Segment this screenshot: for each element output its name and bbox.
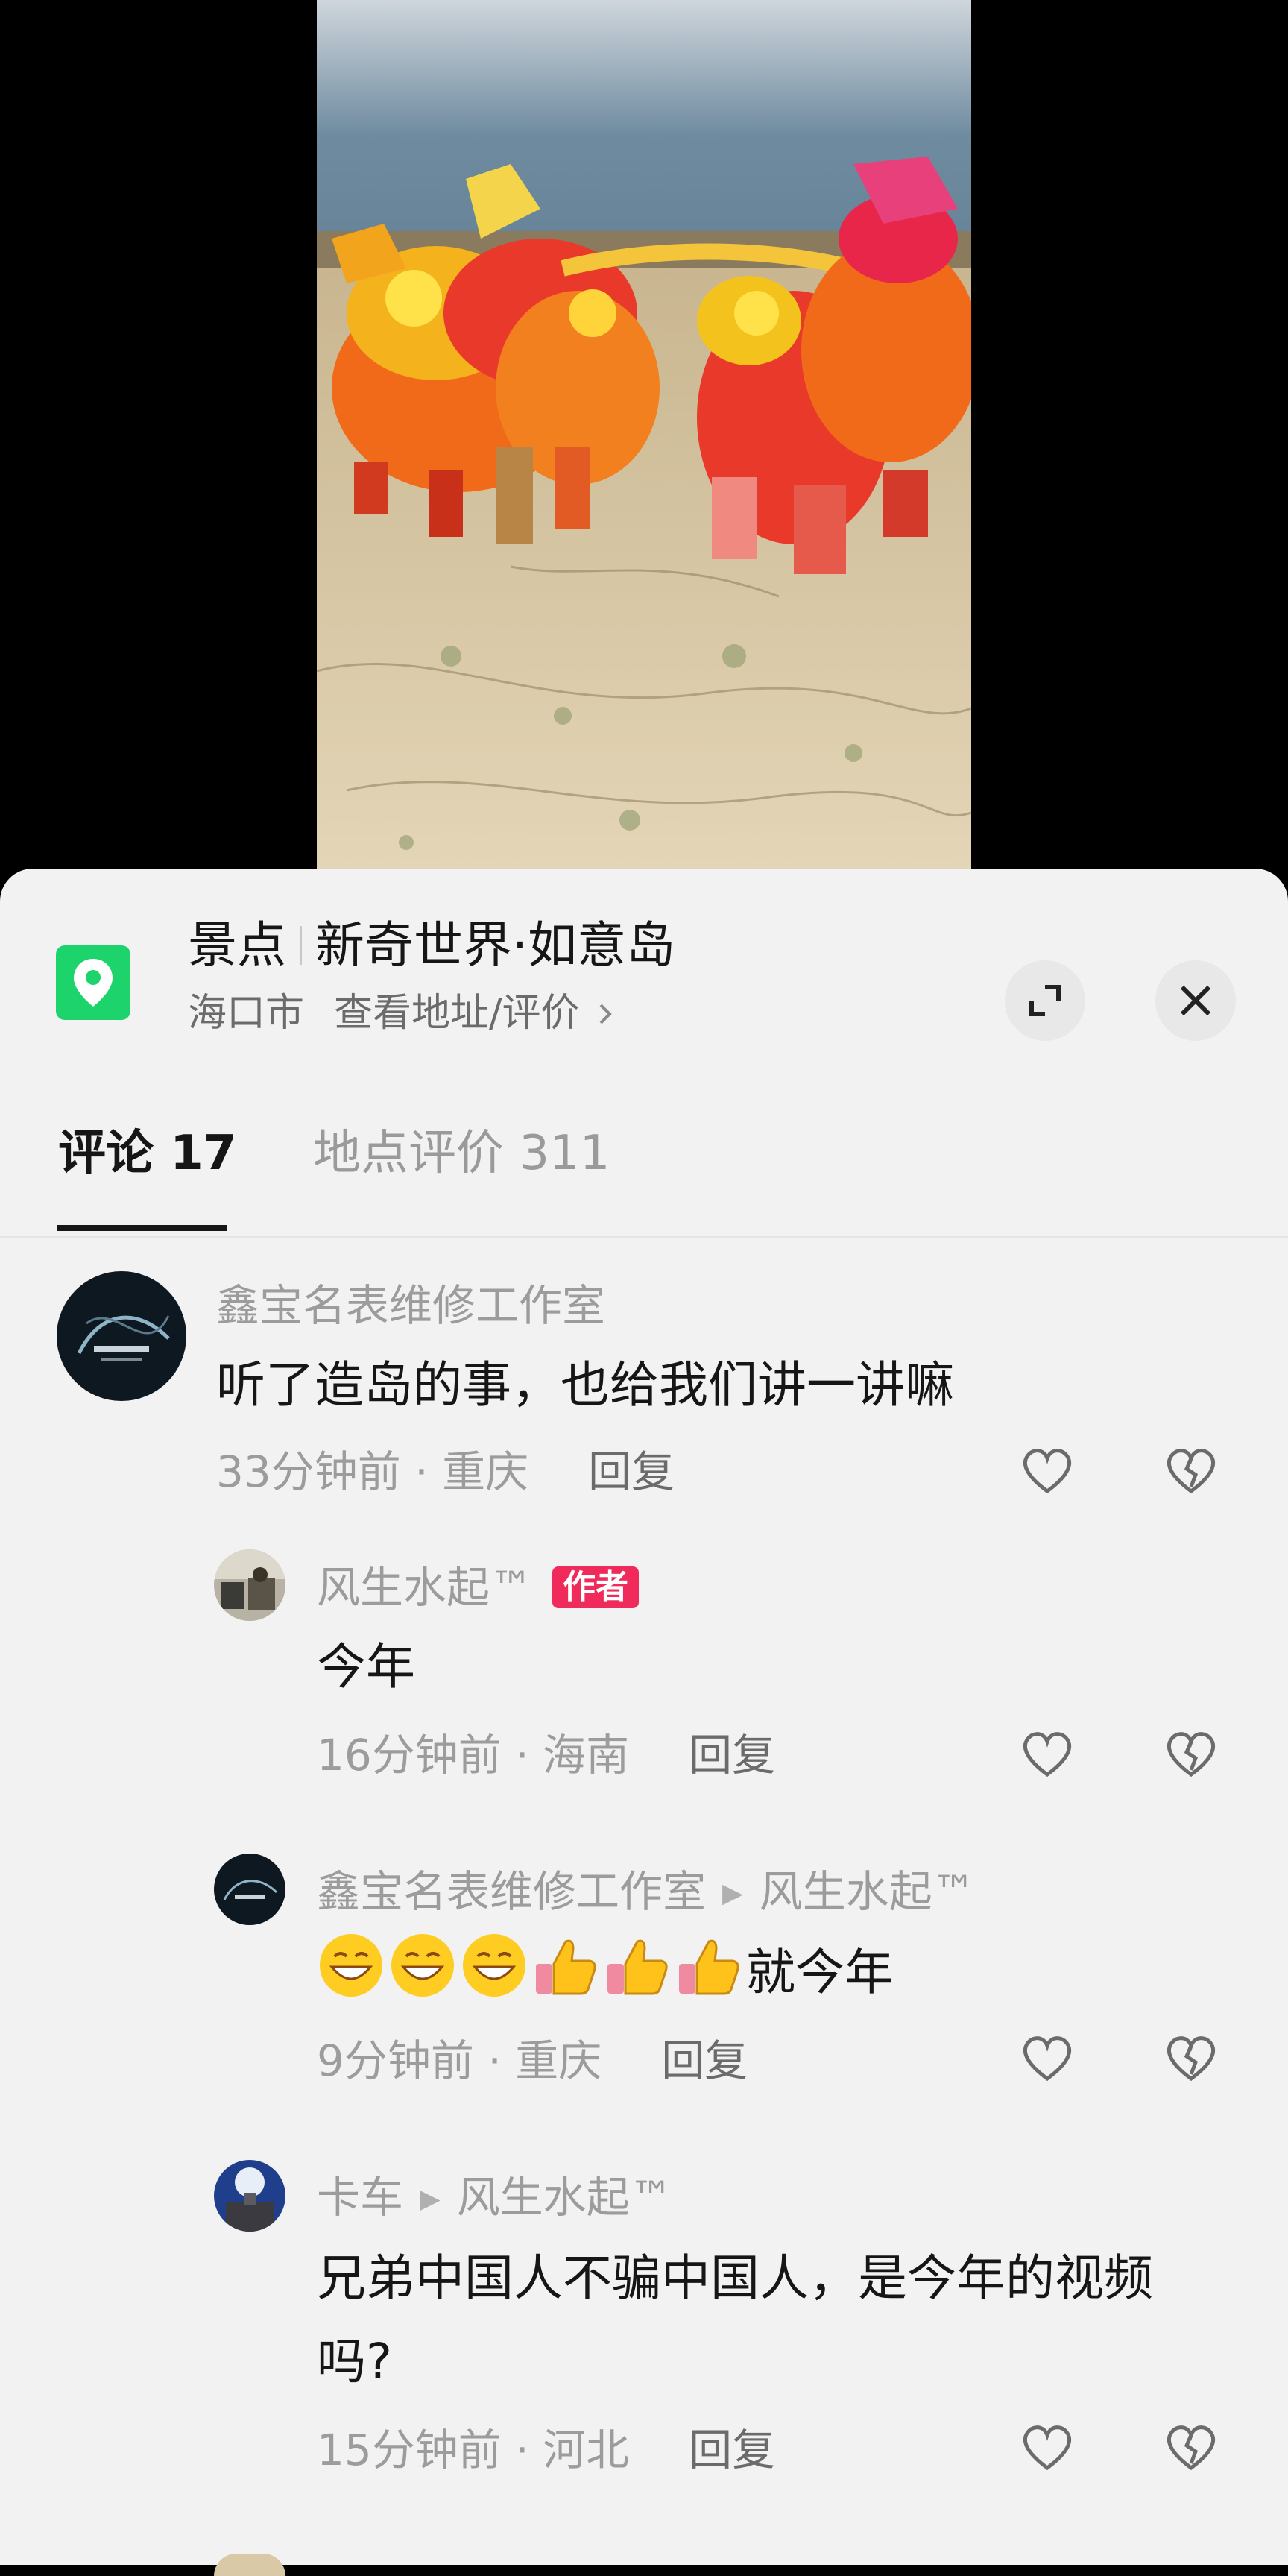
- comment-meta: 33分钟前 · 重庆 回复: [216, 1450, 675, 1493]
- active-tab-indicator: [57, 1225, 227, 1231]
- comment-text: 就今年: [317, 1931, 894, 2015]
- reply-to-username[interactable]: 风生水起™: [457, 2172, 673, 2223]
- reply-button[interactable]: 回复: [661, 2035, 748, 2086]
- comment-username[interactable]: 卡车: [317, 2172, 403, 2223]
- reply-arrow-icon: ▶: [420, 2184, 441, 2214]
- video-still-image: [317, 0, 971, 887]
- close-button[interactable]: [1155, 960, 1236, 1041]
- video-frame[interactable]: [317, 0, 971, 887]
- heart-outline-icon: [1023, 1732, 1071, 1777]
- video-player[interactable]: [0, 0, 1288, 887]
- broken-heart-icon: [1167, 2036, 1215, 2082]
- tab-bar: 评论 17 地点评价 311: [0, 1092, 1288, 1212]
- comment-username[interactable]: 风生水起™: [317, 1562, 533, 1613]
- reply-button[interactable]: 回复: [689, 1730, 775, 1780]
- location-category: 景点: [188, 916, 286, 974]
- expand-icon: [1029, 985, 1061, 1016]
- reply-to-username[interactable]: 风生水起™: [760, 1866, 976, 1917]
- location-name: 新奇世界·如意岛: [315, 916, 675, 974]
- comment-username[interactable]: 鑫宝名表维修工作室: [216, 1284, 605, 1327]
- comment-text-line-1: 兄弟中国人不骗中国人，是今年的视频: [317, 2249, 1153, 2307]
- avatar[interactable]: [214, 1549, 285, 1621]
- thumbs-up-emoji: [675, 1931, 743, 2000]
- heart-outline-icon: [1023, 2036, 1071, 2082]
- expand-button[interactable]: [1005, 960, 1085, 1041]
- comment-time-location: 9分钟前 · 重庆: [317, 2035, 602, 2086]
- comment-text-line-2: 吗?: [317, 2333, 393, 2390]
- reply-button[interactable]: 回复: [588, 1446, 675, 1497]
- grin-emoji: [317, 1931, 385, 2000]
- grin-emoji: [460, 1931, 528, 2000]
- comment-username-line: 风生水起™ 作者: [317, 1566, 640, 1609]
- location-subtitle[interactable]: 海口市 查看地址/评价: [188, 994, 616, 1033]
- reply-button[interactable]: 回复: [689, 2425, 775, 2475]
- next-avatar-peek: [214, 2554, 285, 2576]
- comment-username-line: 卡车 ▶ 风生水起™: [317, 2176, 673, 2219]
- title-separator: [300, 926, 302, 965]
- comment-text-body: 就今年: [746, 1944, 894, 2001]
- close-icon: [1180, 985, 1211, 1016]
- dislike-button[interactable]: [1161, 1724, 1221, 1783]
- comment-time-location: 33分钟前 · 重庆: [216, 1446, 529, 1497]
- view-address-link[interactable]: 查看地址/评价: [334, 991, 580, 1036]
- location-header[interactable]: 景点 新奇世界·如意岛 海口市 查看地址/评价: [0, 869, 1288, 1062]
- avatar[interactable]: [214, 2160, 285, 2232]
- like-button[interactable]: [1017, 2417, 1077, 2477]
- comment-meta: 9分钟前 · 重庆 回复: [317, 2039, 748, 2082]
- dislike-button[interactable]: [1161, 1440, 1221, 1500]
- tab-divider: [0, 1236, 1288, 1238]
- heart-outline-icon: [1023, 1449, 1071, 1494]
- thumbs-up-emoji: [603, 1931, 672, 2000]
- dislike-button[interactable]: [1161, 2028, 1221, 2088]
- author-badge: 作者: [552, 1566, 640, 1608]
- avatar[interactable]: [214, 1854, 285, 1925]
- thumbs-up-emoji: [531, 1931, 600, 2000]
- like-button[interactable]: [1017, 2028, 1077, 2088]
- comment-time-location: 15分钟前 · 河北: [317, 2425, 630, 2475]
- broken-heart-icon: [1167, 1732, 1215, 1777]
- heart-outline-icon: [1023, 2425, 1071, 2471]
- comment-meta: 16分钟前 · 海南 回复: [317, 1733, 775, 1777]
- broken-heart-icon: [1167, 2425, 1215, 2471]
- location-title[interactable]: 景点 新奇世界·如意岛: [188, 921, 675, 970]
- like-button[interactable]: [1017, 1724, 1077, 1783]
- dislike-button[interactable]: [1161, 2417, 1221, 2477]
- comment-time-location: 16分钟前 · 海南: [317, 1730, 630, 1780]
- like-button[interactable]: [1017, 1440, 1077, 1500]
- broken-heart-icon: [1167, 1449, 1215, 1494]
- comment-username[interactable]: 鑫宝名表维修工作室: [317, 1866, 706, 1917]
- comment-text: 今年: [317, 1638, 415, 1695]
- comment-meta: 15分钟前 · 河北 回复: [317, 2428, 775, 2472]
- tab-place-reviews[interactable]: 地点评价 311: [313, 1092, 610, 1249]
- avatar[interactable]: [57, 1271, 186, 1401]
- comment-username-line: 鑫宝名表维修工作室 ▶ 风生水起™: [317, 1870, 976, 1913]
- comment-text: 听了造岛的事，也给我们讲一讲嘛: [216, 1356, 954, 1414]
- location-city: 海口市: [188, 991, 305, 1036]
- grin-emoji: [388, 1931, 457, 2000]
- reply-arrow-icon: ▶: [722, 1878, 743, 1909]
- chevron-right-icon: [592, 991, 616, 1036]
- location-pin-icon: [56, 945, 130, 1020]
